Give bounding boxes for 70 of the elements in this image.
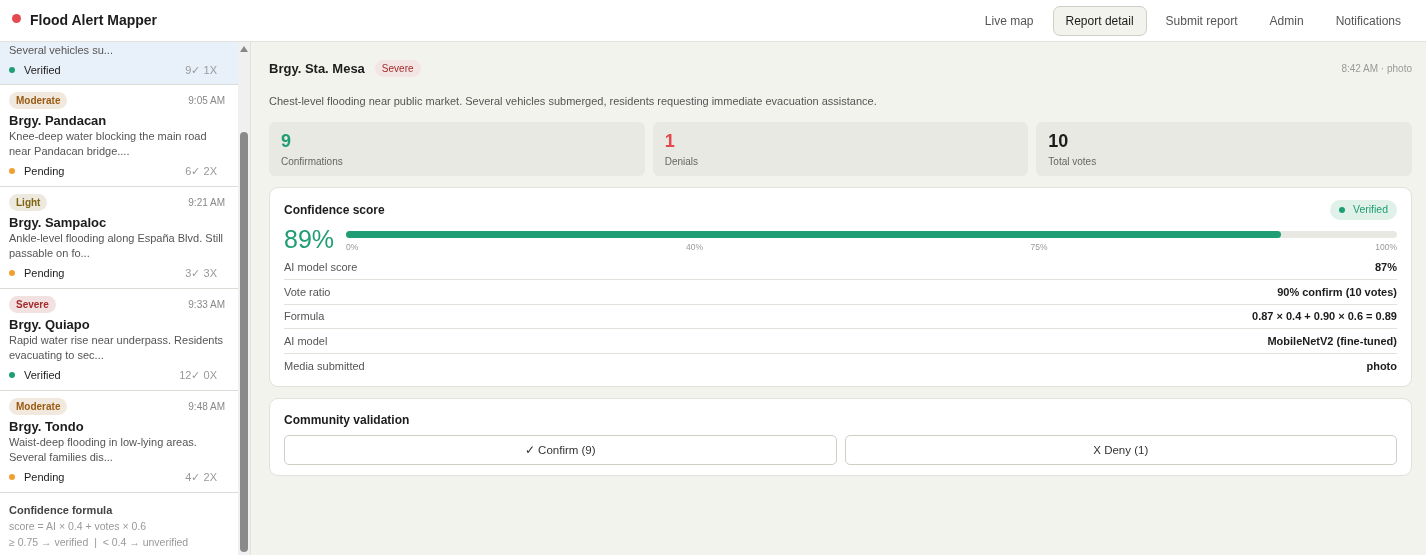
vote-button[interactable]: X Deny (1) bbox=[844, 435, 1397, 466]
tick-label: 75% bbox=[1030, 240, 1048, 254]
card-title: Confidence score bbox=[284, 201, 385, 219]
detail-value: photo bbox=[1366, 358, 1397, 374]
status-label: Verified bbox=[24, 367, 61, 383]
detail-value: 0.87 × 0.4 + 0.90 × 0.6 = 0.89 bbox=[1252, 309, 1397, 325]
status-label: Verified bbox=[24, 62, 61, 78]
severity-tag: Moderate bbox=[9, 91, 68, 109]
report-description: Knee-deep water blocking the main road near Pandacan bridge.... bbox=[9, 129, 208, 159]
stat-value: 9 bbox=[281, 130, 292, 152]
card-title: Community validation bbox=[284, 412, 411, 430]
vote-button[interactable]: ✓ Confirm (9) bbox=[284, 435, 837, 466]
report-time: 9:33 AM bbox=[188, 297, 225, 312]
app-title: Flood Alert Mapper bbox=[30, 11, 158, 30]
report-time: 9:48 AM bbox=[188, 399, 225, 414]
report-description: Several vehicles su... bbox=[9, 43, 114, 58]
detail-label: Vote ratio bbox=[284, 284, 331, 300]
verified-badge: Verified bbox=[1329, 200, 1397, 220]
report-description: Rapid water rise near underpass. Residents evacuating to sec... bbox=[9, 333, 224, 363]
nav-tab[interactable]: Report detail bbox=[1052, 5, 1147, 36]
report-title: Brgy. Pandacan bbox=[9, 112, 108, 129]
detail-label: Media submitted bbox=[284, 358, 365, 374]
report-title: Brgy. Quiapo bbox=[9, 316, 91, 333]
nav-tab[interactable]: Submit report bbox=[1152, 5, 1251, 36]
report-item[interactable]: Several vehicles su... Verified 9✓ 1X bbox=[0, 42, 238, 85]
report-heading: Brgy. Sta. Mesa bbox=[269, 60, 365, 78]
nav-tab[interactable]: Live map bbox=[971, 5, 1047, 36]
detail-label: AI model bbox=[284, 333, 328, 349]
scroll-thumb[interactable] bbox=[240, 132, 248, 552]
report-meta: 8:42 AM · photo bbox=[1341, 62, 1412, 77]
report-time: 9:05 AM bbox=[188, 93, 225, 108]
report-title: Brgy. Tondo bbox=[9, 418, 85, 435]
vote-count: 3✓ 3X bbox=[185, 265, 217, 281]
scroll-up-icon[interactable] bbox=[240, 46, 248, 52]
nav-tab[interactable]: Admin bbox=[1256, 5, 1317, 36]
severity-tag: Severe bbox=[374, 60, 421, 78]
report-description: Ankle-level flooding along España Blvd. Still passable on fo... bbox=[9, 231, 225, 261]
detail-value: MobileNetV2 (fine-tuned) bbox=[1267, 333, 1397, 349]
stat-label: Confirmations bbox=[281, 155, 344, 169]
formula-title: Confidence formula bbox=[9, 503, 114, 518]
vote-count: 6✓ 2X bbox=[185, 163, 217, 179]
stat-label: Total votes bbox=[1048, 155, 1098, 169]
detail-value: 87% bbox=[1374, 260, 1397, 276]
report-time: 9:21 AM bbox=[188, 195, 225, 210]
severity-tag: Moderate bbox=[9, 397, 68, 415]
tick-label: 0% bbox=[346, 240, 359, 254]
report-description: Chest-level flooding near public market. Several vehicles submerged, residents requesting immediate evacuation assistance. bbox=[269, 93, 878, 109]
nav-tab[interactable]: Notifications bbox=[1322, 5, 1414, 36]
tick-label: 40% bbox=[685, 240, 703, 254]
detail-value: 90% confirm (10 votes) bbox=[1277, 284, 1397, 300]
vote-count: 4✓ 2X bbox=[185, 469, 217, 485]
detail-label: Formula bbox=[284, 309, 325, 325]
report-description: Waist-deep flooding in low-lying areas. Several families dis... bbox=[9, 435, 198, 465]
stat-label: Denials bbox=[664, 155, 699, 169]
stat-value: 10 bbox=[1048, 130, 1070, 152]
report-title: Brgy. Sampaloc bbox=[9, 214, 108, 231]
vote-count: 9✓ 1X bbox=[185, 62, 217, 78]
stat-value: 1 bbox=[664, 130, 676, 152]
status-label: Pending bbox=[24, 469, 65, 485]
severity-tag: Light bbox=[9, 193, 48, 211]
status-label: Pending bbox=[24, 265, 65, 281]
detail-label: AI model score bbox=[284, 260, 358, 276]
confidence-percent: 89% bbox=[284, 223, 335, 254]
tick-label: 100% bbox=[1375, 240, 1397, 254]
vote-count: 12✓ 0X bbox=[179, 367, 217, 383]
formula-line: ≥ 0.75 → verified | < 0.4 → unverified bbox=[9, 535, 190, 550]
status-label: Pending bbox=[24, 163, 65, 179]
severity-tag: Severe bbox=[9, 295, 56, 313]
formula-line: score = AI × 0.4 + votes × 0.6 bbox=[9, 519, 148, 534]
scrollbar[interactable] bbox=[238, 42, 250, 555]
